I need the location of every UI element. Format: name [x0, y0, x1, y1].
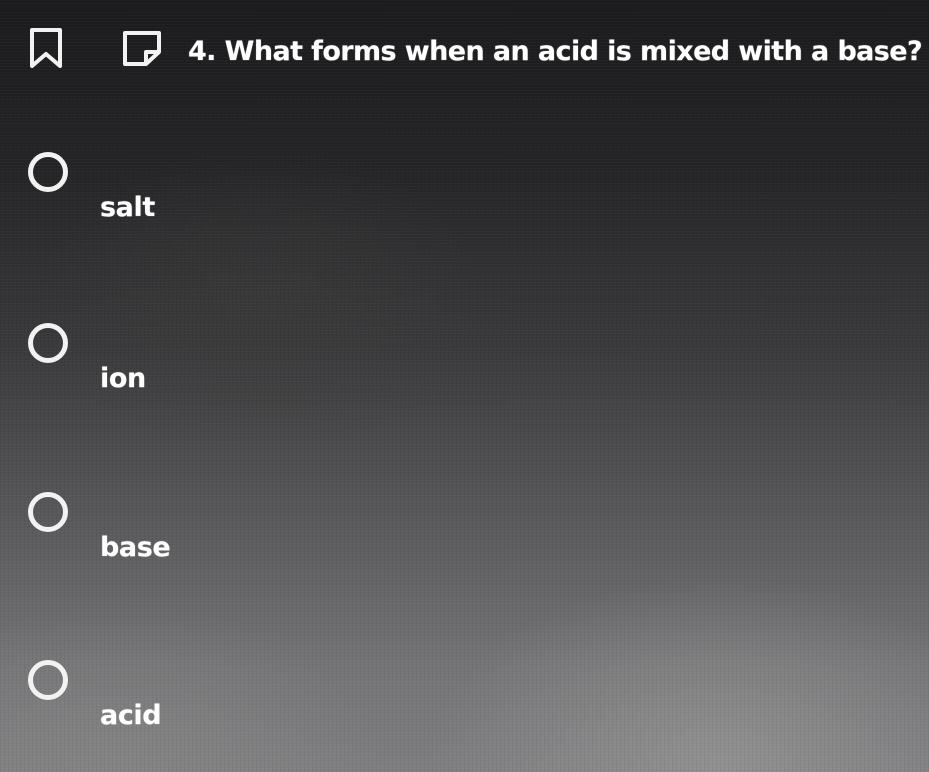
flag-icon[interactable] — [120, 28, 164, 68]
option-salt[interactable]: salt — [20, 152, 320, 252]
radio-button[interactable] — [28, 152, 68, 192]
option-label[interactable]: ion — [100, 363, 146, 394]
option-label[interactable]: base — [100, 532, 171, 563]
bookmark-icon[interactable] — [26, 26, 66, 70]
option-ion[interactable]: ion — [20, 323, 320, 423]
radio-button[interactable] — [28, 660, 68, 700]
option-base[interactable]: base — [20, 492, 320, 592]
option-label[interactable]: acid — [100, 700, 162, 731]
question-text: 4. What forms when an acid is mixed with… — [188, 36, 923, 67]
option-label[interactable]: salt — [100, 192, 155, 223]
radio-button[interactable] — [28, 323, 68, 363]
radio-button[interactable] — [28, 492, 68, 532]
option-acid[interactable]: acid — [20, 660, 320, 760]
